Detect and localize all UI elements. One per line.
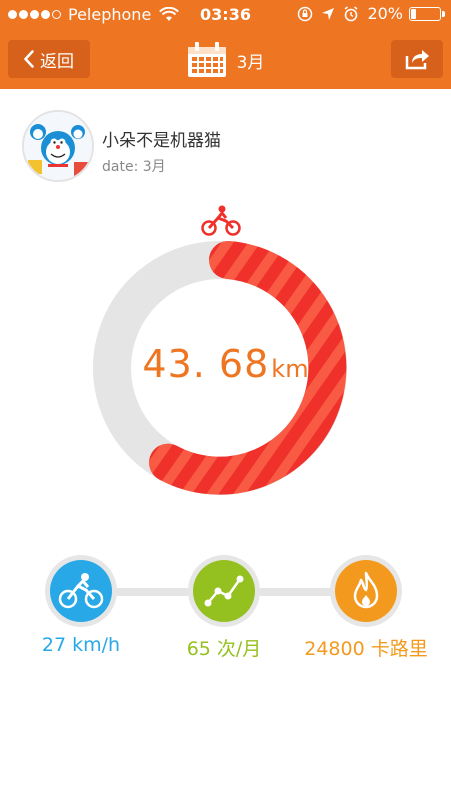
status-icons: 20%: [289, 4, 445, 23]
avatar-image: [24, 112, 92, 180]
calorie-label: 24800 卡路里: [304, 638, 428, 660]
page-title: 3月: [236, 52, 265, 73]
battery-icon: [409, 6, 445, 21]
calendar-icon: [187, 42, 226, 77]
flame-icon: [353, 571, 379, 609]
speed-label: 27 km/h: [41, 634, 121, 656]
profile-date: date: 3月: [102, 159, 166, 175]
user-name: 小朵不是机器猫: [102, 131, 221, 151]
calorie-stat-circle[interactable]: [330, 555, 402, 627]
location-icon: [322, 7, 335, 20]
share-button[interactable]: [391, 40, 443, 78]
speed-stat-circle[interactable]: [45, 555, 117, 627]
avatar[interactable]: [22, 110, 94, 182]
nav-bar: 返回 3月: [0, 36, 451, 82]
rotation-lock-icon: [298, 6, 313, 21]
frequency-stat-circle[interactable]: [188, 555, 260, 627]
frequency-label: 65 次/月: [186, 638, 262, 660]
distance-readout: 43. 68km: [0, 342, 451, 386]
profile-header: 小朵不是机器猫 date: 3月: [22, 110, 422, 184]
distance-value: 43. 68: [142, 342, 270, 386]
alarm-icon: [344, 5, 358, 21]
top-bar: Pelephone 03:36 20% 返回 3月: [0, 0, 451, 89]
distance-unit: km: [271, 355, 309, 383]
bike-badge-icon: [201, 205, 241, 236]
trend-icon: [204, 575, 244, 607]
share-icon: [405, 50, 429, 70]
page-title-group: 3月: [0, 42, 451, 78]
bicycle-icon: [58, 573, 104, 609]
status-bar: Pelephone 03:36 20%: [0, 0, 451, 30]
battery-percent: 20%: [367, 4, 403, 23]
